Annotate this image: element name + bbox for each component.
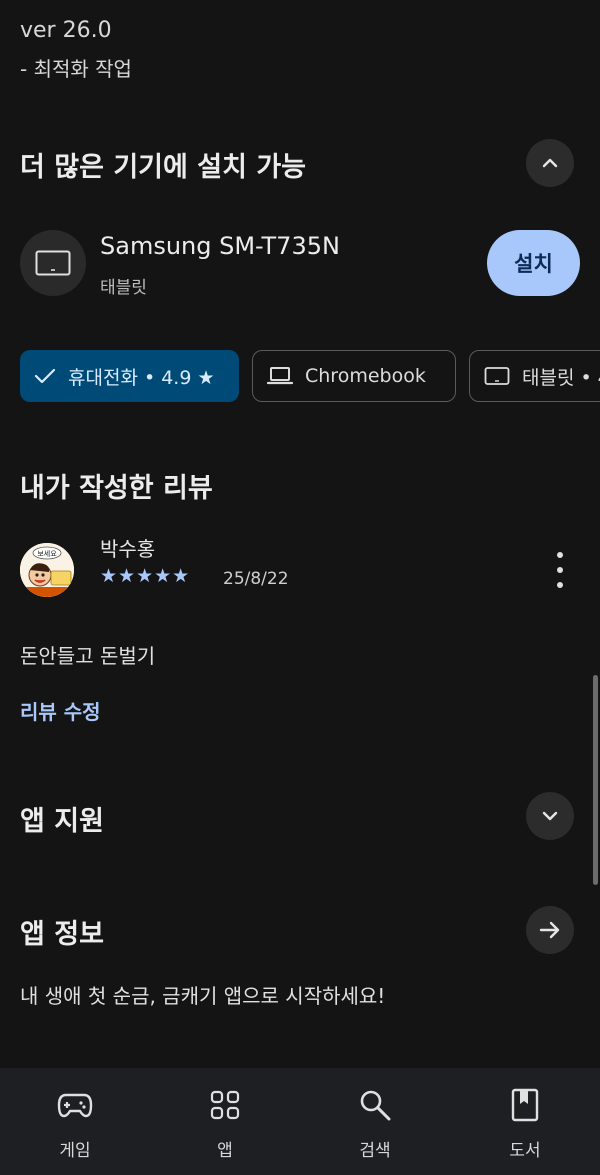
nav-books[interactable]: 도서 — [450, 1068, 600, 1175]
avatar-illustration: 보세요 — [20, 543, 74, 597]
chip-tablet[interactable]: 태블릿 • 4 — [469, 350, 600, 402]
arrow-right-icon — [539, 921, 560, 939]
review-section-title: 내가 작성한 리뷰 — [20, 473, 213, 504]
scrollbar[interactable] — [593, 675, 598, 885]
edit-review-link[interactable]: 리뷰 수정 — [20, 696, 101, 725]
review-text: 돈안들고 돈벌기 — [20, 644, 156, 668]
nav-books-label: 도서 — [509, 1141, 541, 1161]
support-section-title: 앱 지원 — [20, 806, 104, 837]
rating-stars: ★★★★★ — [100, 565, 191, 587]
info-section-title: 앱 정보 — [20, 919, 104, 950]
version-note: - 최적화 작업 — [20, 57, 132, 81]
gamepad-icon — [57, 1093, 93, 1118]
tablet-icon — [35, 250, 71, 276]
nav-games[interactable]: 게임 — [0, 1068, 150, 1175]
more-options-button[interactable] — [548, 552, 572, 588]
nav-games-label: 게임 — [59, 1141, 91, 1161]
review-date: 25/8/22 — [223, 569, 289, 589]
avatar-caption: 보세요 — [37, 549, 57, 558]
nav-apps[interactable]: 앱 — [150, 1068, 300, 1175]
reviewer-name: 박수홍 — [100, 537, 156, 561]
version-title: ver 26.0 — [20, 18, 112, 43]
expand-support-button[interactable] — [526, 792, 574, 840]
devices-section-title: 더 많은 기기에 설치 가능 — [20, 152, 306, 183]
book-icon — [511, 1088, 539, 1122]
chip-chromebook[interactable]: Chromebook — [252, 350, 456, 402]
dot-icon — [557, 552, 563, 558]
bottom-nav: 게임 앱 검색 도서 — [0, 1068, 600, 1175]
app-info-arrow-button[interactable] — [526, 906, 574, 954]
collapse-devices-button[interactable] — [526, 139, 574, 187]
chevron-down-icon — [542, 811, 558, 821]
check-icon — [34, 368, 56, 384]
chip-phone-label: 휴대전화 • 4.9 ★ — [68, 366, 215, 389]
nav-search-label: 검색 — [359, 1141, 391, 1161]
install-button[interactable]: 설치 — [487, 230, 580, 296]
device-name: Samsung SM-T735N — [100, 232, 340, 260]
device-type: 태블릿 — [100, 278, 147, 298]
dot-icon — [557, 567, 563, 573]
chip-phone[interactable]: 휴대전화 • 4.9 ★ — [20, 350, 239, 402]
tablet-icon — [484, 367, 510, 385]
laptop-icon — [267, 367, 293, 385]
search-icon — [360, 1090, 391, 1121]
nav-apps-label: 앱 — [217, 1141, 233, 1161]
avatar: 보세요 — [20, 543, 74, 597]
app-description: 내 생애 첫 순금, 금캐기 앱으로 시작하세요! — [20, 984, 386, 1008]
dot-icon — [557, 582, 563, 588]
device-icon-badge — [20, 230, 86, 296]
chip-tablet-label: 태블릿 • 4 — [522, 366, 600, 389]
nav-search[interactable]: 검색 — [300, 1068, 450, 1175]
chip-chromebook-label: Chromebook — [305, 365, 426, 387]
apps-grid-icon — [210, 1090, 240, 1120]
chevron-up-icon — [542, 158, 558, 168]
